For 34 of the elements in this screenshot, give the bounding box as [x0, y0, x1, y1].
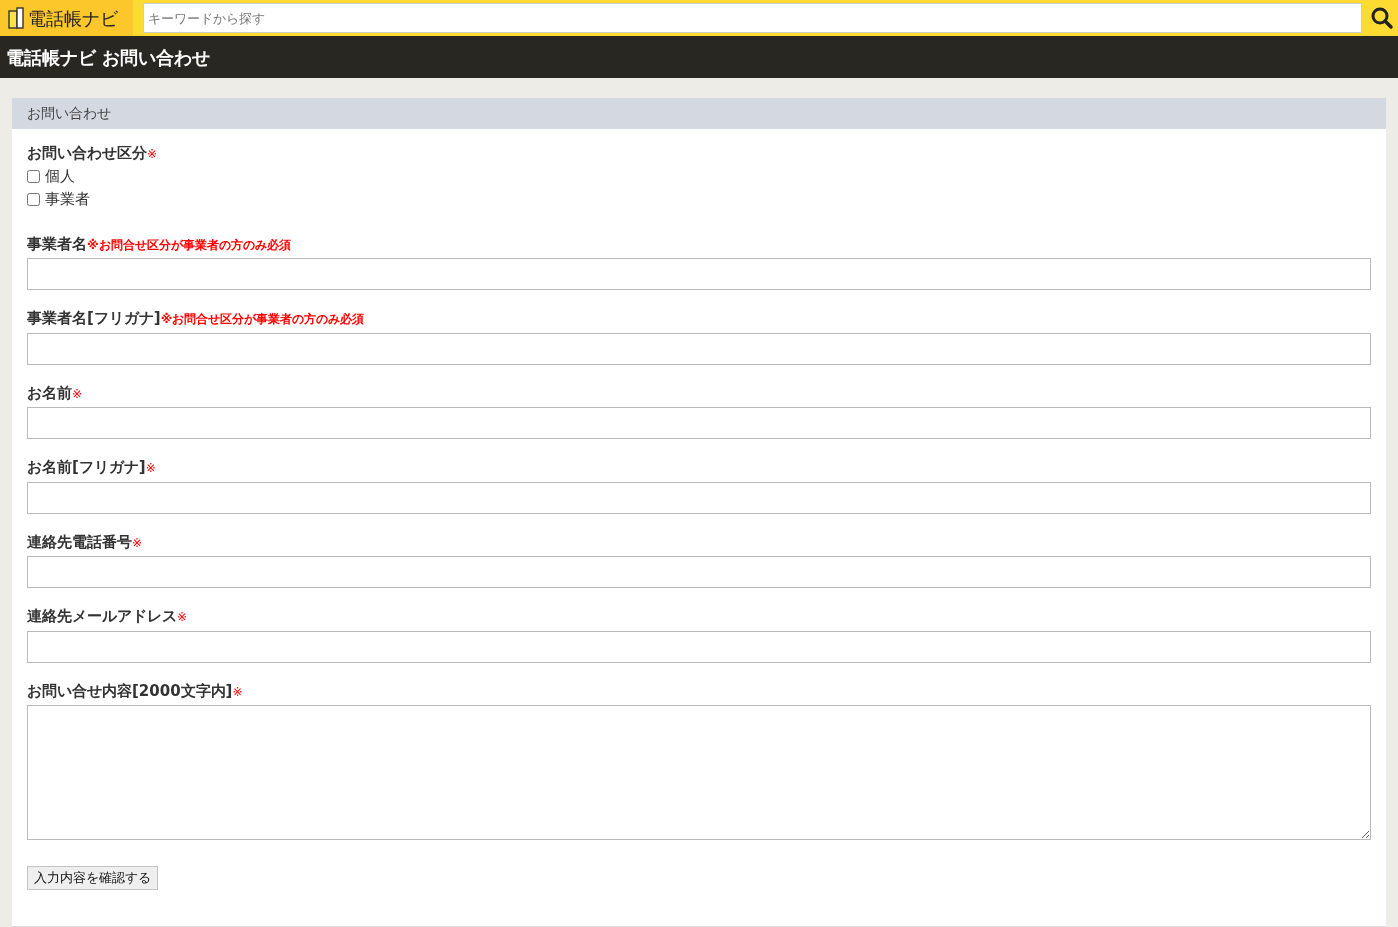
field-label: お名前 — [27, 382, 72, 404]
confirm-button[interactable]: 入力内容を確認する — [27, 866, 158, 890]
checkbox-label[interactable]: 事業者 — [45, 187, 90, 211]
card-header: お問い合わせ — [12, 98, 1386, 129]
search-icon[interactable] — [1370, 6, 1394, 30]
input-field[interactable] — [27, 407, 1371, 439]
required-mark: ※ — [145, 460, 156, 477]
search-field[interactable]: キーワードから探す — [143, 3, 1362, 33]
input-field[interactable] — [27, 481, 1371, 514]
field-label: 事業者名 — [27, 233, 87, 255]
building-icon — [8, 7, 24, 29]
text-area[interactable] — [27, 705, 1371, 840]
field-label: お名前[フリガナ] — [27, 457, 146, 478]
checkbox[interactable] — [27, 192, 40, 206]
input-field[interactable] — [27, 630, 1371, 663]
required-mark: ※ — [232, 683, 243, 701]
site-logo[interactable]: 電話帳ナビ — [0, 0, 133, 36]
input-field[interactable] — [27, 556, 1371, 588]
checkbox[interactable] — [27, 169, 40, 183]
required-mark: ※お問合せ区分が事業者の方のみ必須 — [87, 236, 291, 254]
field-label: お問い合わせ区分 — [27, 143, 147, 164]
required-mark: ※ — [72, 386, 83, 403]
field-label: 事業者名[フリガナ] — [27, 308, 161, 329]
required-mark: ※ — [147, 147, 158, 163]
required-mark: ※ — [132, 534, 143, 552]
input-field[interactable] — [27, 332, 1371, 365]
required-mark: ※ — [177, 609, 188, 626]
input-field[interactable] — [27, 258, 1371, 290]
field-label: お問い合せ内容[2000文字内] — [27, 680, 233, 702]
page-title: 電話帳ナビ お問い合わせ — [6, 45, 211, 70]
checkbox-label[interactable]: 個人 — [45, 164, 75, 188]
field-label: 連絡先電話番号 — [27, 531, 132, 553]
required-mark: ※お問合せ区分が事業者の方のみ必須 — [160, 312, 365, 328]
field-label: 連絡先メールアドレス — [27, 606, 177, 627]
